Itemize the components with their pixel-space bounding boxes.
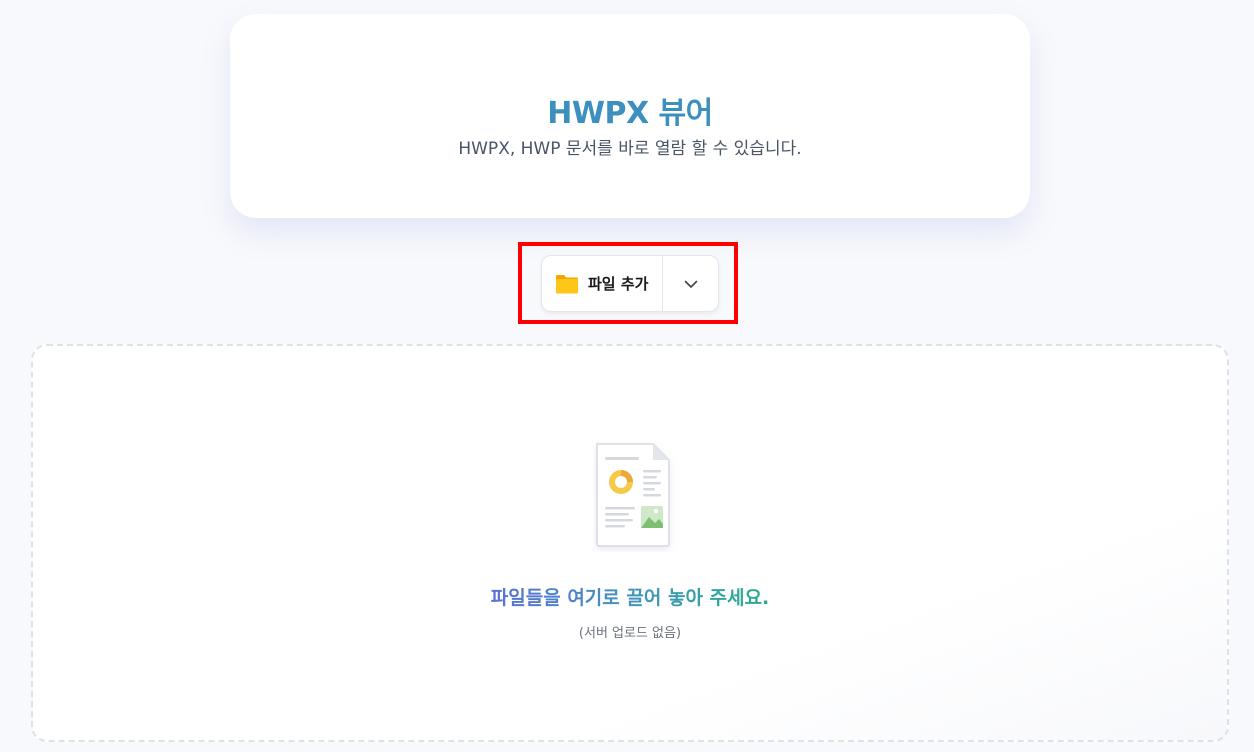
document-icon (596, 443, 670, 547)
file-drop-zone[interactable]: 파일들을 여기로 끌어 놓아 주세요. (서버 업로드 없음) (31, 344, 1229, 742)
file-add-dropdown-toggle[interactable] (663, 256, 718, 311)
drop-prompt: 파일들을 여기로 끌어 놓아 주세요. (490, 587, 770, 609)
file-add-button[interactable]: 파일 추가 (542, 256, 663, 311)
folder-icon (556, 274, 578, 293)
file-add-button-group: 파일 추가 (541, 255, 719, 312)
file-add-label: 파일 추가 (588, 275, 649, 293)
drop-note: (서버 업로드 없음) (578, 626, 682, 641)
page-subtitle: HWPX, HWP 문서를 바로 열람 할 수 있습니다. (458, 139, 802, 159)
header-card: HWPX 뷰어 HWPX, HWP 문서를 바로 열람 할 수 있습니다. (230, 14, 1030, 218)
chevron-down-icon (684, 280, 697, 288)
page-title: HWPX 뷰어 (547, 96, 713, 131)
